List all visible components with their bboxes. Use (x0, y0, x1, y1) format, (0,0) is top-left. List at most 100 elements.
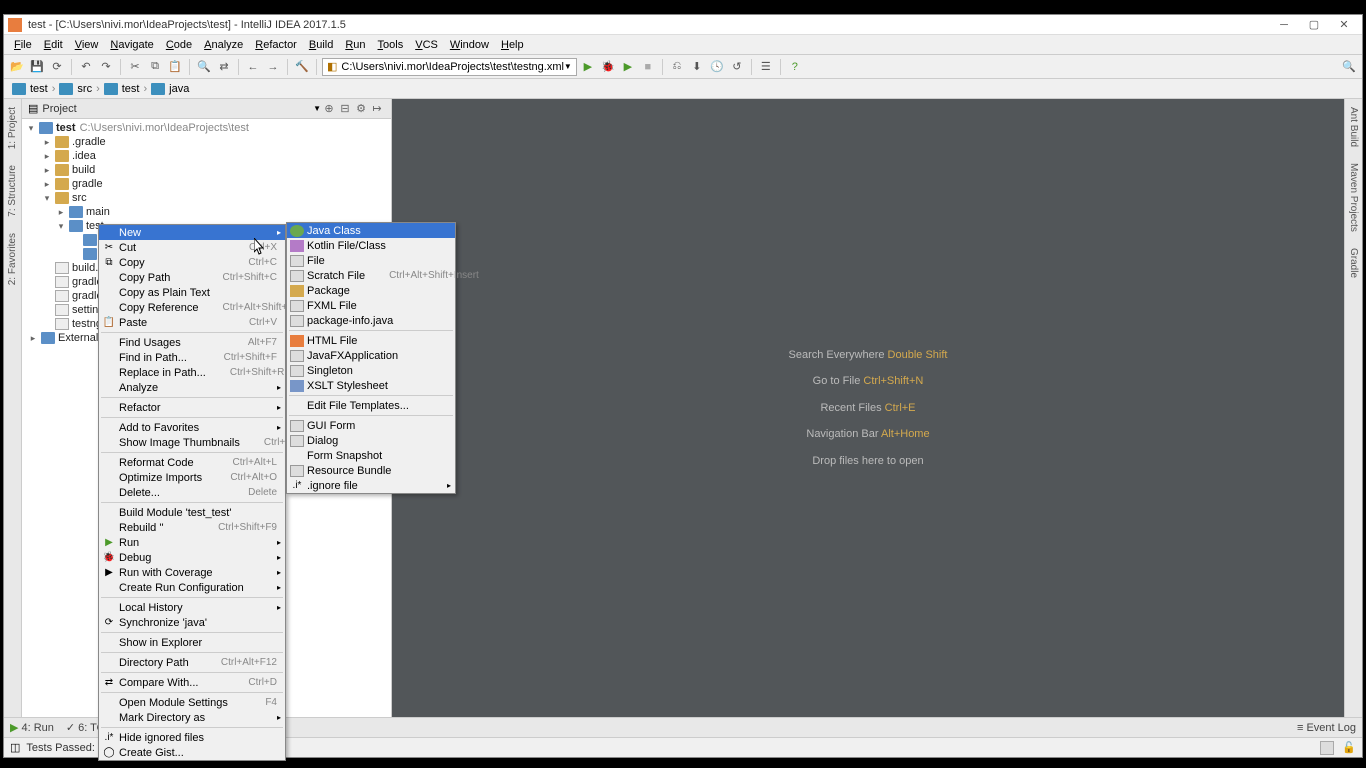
stop-button[interactable]: ■ (639, 58, 657, 76)
menu-item-rebuilddefault[interactable]: Rebuild ''Ctrl+Shift+F9 (99, 520, 285, 535)
menu-window[interactable]: Window (444, 37, 495, 53)
right-tab-antbuild[interactable]: Ant Build (1346, 99, 1361, 155)
replace-icon[interactable]: ⇄ (215, 58, 233, 76)
menu-item-htmlfile[interactable]: HTML File (287, 333, 455, 348)
maximize-button[interactable]: ▢ (1306, 17, 1322, 33)
menu-view[interactable]: View (69, 37, 105, 53)
coverage-button[interactable]: ▶ (619, 58, 637, 76)
menu-item-synchronizejava[interactable]: ⟳Synchronize 'java' (99, 615, 285, 630)
menu-item-delete[interactable]: Delete...Delete (99, 485, 285, 500)
menu-item-packageinfojava[interactable]: package-info.java (287, 313, 455, 328)
menu-item-directorypath[interactable]: Directory PathCtrl+Alt+F12 (99, 655, 285, 670)
menu-item-comparewith[interactable]: ⇄Compare With...Ctrl+D (99, 675, 285, 690)
menu-item-file[interactable]: File (287, 253, 455, 268)
sync-icon[interactable]: ⟳ (48, 58, 66, 76)
breadcrumb-test[interactable]: test (104, 83, 140, 95)
context-menu[interactable]: New▸✂CutCtrl+X⧉CopyCtrl+CCopy PathCtrl+S… (98, 224, 286, 761)
copy-icon[interactable]: ⧉ (146, 58, 164, 76)
lock-icon[interactable]: 🔓 (1342, 741, 1356, 754)
paste-icon[interactable]: 📋 (166, 58, 184, 76)
menu-item-copyreference[interactable]: Copy ReferenceCtrl+Alt+Shift+C (99, 300, 285, 315)
menu-item-markdirectoryas[interactable]: Mark Directory as▸ (99, 710, 285, 725)
menu-item-cut[interactable]: ✂CutCtrl+X (99, 240, 285, 255)
menu-run[interactable]: Run (339, 37, 371, 53)
menu-item-ignorefile[interactable]: .i*.ignore file▸ (287, 478, 455, 493)
open-icon[interactable]: 📂 (8, 58, 26, 76)
hide-icon[interactable]: ↦ (369, 101, 385, 117)
menu-item-localhistory[interactable]: Local History▸ (99, 600, 285, 615)
tree-root[interactable]: ▾testC:\Users\nivi.mor\IdeaProjects\test (22, 121, 391, 135)
menu-item-addtofavorites[interactable]: Add to Favorites▸ (99, 420, 285, 435)
history-icon[interactable]: 🕓 (708, 58, 726, 76)
menu-item-openmodulesettings[interactable]: Open Module SettingsF4 (99, 695, 285, 710)
menu-item-hideignoredfiles[interactable]: .i*Hide ignored files (99, 730, 285, 745)
menu-item-kotlinfileclass[interactable]: Kotlin File/Class (287, 238, 455, 253)
tree-item-idea[interactable]: ▸.idea (22, 149, 391, 163)
tree-item-main[interactable]: ▸main (22, 205, 391, 219)
tree-item-src[interactable]: ▾src (22, 191, 391, 205)
breadcrumb-src[interactable]: src (59, 83, 92, 95)
menu-item-package[interactable]: Package (287, 283, 455, 298)
tree-item-gradle[interactable]: ▸gradle (22, 177, 391, 191)
menu-item-resourcebundle[interactable]: Resource Bundle (287, 463, 455, 478)
collapse-icon[interactable]: ⊟ (337, 101, 353, 117)
run-tool-window[interactable]: ▶4: Run (10, 721, 54, 734)
menu-item-copypath[interactable]: Copy PathCtrl+Shift+C (99, 270, 285, 285)
menu-item-findinpath[interactable]: Find in Path...Ctrl+Shift+F (99, 350, 285, 365)
menu-item-run[interactable]: ▶Run▸ (99, 535, 285, 550)
structure-icon[interactable]: ☰ (757, 58, 775, 76)
menu-item-showinexplorer[interactable]: Show in Explorer (99, 635, 285, 650)
menu-item-creategist[interactable]: ◯Create Gist... (99, 745, 285, 760)
cut-icon[interactable]: ✂ (126, 58, 144, 76)
menu-analyze[interactable]: Analyze (198, 37, 249, 53)
menu-item-replaceinpath[interactable]: Replace in Path...Ctrl+Shift+R (99, 365, 285, 380)
debug-button[interactable]: 🐞 (599, 58, 617, 76)
breadcrumb-java[interactable]: java (151, 83, 189, 95)
menu-item-javaclass[interactable]: Java Class (287, 223, 455, 238)
menu-item-paste[interactable]: 📋PasteCtrl+V (99, 315, 285, 330)
undo-icon[interactable]: ↶ (77, 58, 95, 76)
menu-help[interactable]: Help (495, 37, 530, 53)
menu-item-new[interactable]: New▸ (99, 225, 285, 240)
revert-icon[interactable]: ↺ (728, 58, 746, 76)
vcs-icon[interactable]: ⎌ (668, 58, 686, 76)
right-tab-gradle[interactable]: Gradle (1346, 240, 1361, 286)
menu-item-optimizeimports[interactable]: Optimize ImportsCtrl+Alt+O (99, 470, 285, 485)
menu-item-reformatcode[interactable]: Reformat CodeCtrl+Alt+L (99, 455, 285, 470)
chevron-down-icon[interactable]: ▼ (313, 104, 321, 113)
run-button[interactable]: ▶ (579, 58, 597, 76)
left-tab-favorites[interactable]: 2: Favorites (5, 225, 20, 293)
menu-refactor[interactable]: Refactor (249, 37, 303, 53)
menu-item-showimagethumbnails[interactable]: Show Image ThumbnailsCtrl+Shift+T (99, 435, 285, 450)
autoscroll-icon[interactable]: ⊕ (321, 101, 337, 117)
left-tab-structure[interactable]: 7: Structure (5, 157, 20, 225)
minimize-button[interactable]: ─ (1276, 17, 1292, 33)
search-everywhere-icon[interactable]: 🔍 (1340, 58, 1358, 76)
run-config-combo[interactable]: ◧ C:\Users\nivi.mor\IdeaProjects\test\te… (322, 58, 577, 76)
breadcrumb-test[interactable]: test (12, 83, 48, 95)
menu-item-formsnapshot[interactable]: Form Snapshot (287, 448, 455, 463)
menu-item-runwithcoverage[interactable]: ▶Run with Coverage▸ (99, 565, 285, 580)
redo-icon[interactable]: ↷ (97, 58, 115, 76)
menu-item-scratchfile[interactable]: Scratch FileCtrl+Alt+Shift+Insert (287, 268, 455, 283)
menu-file[interactable]: File (8, 37, 38, 53)
menu-item-debug[interactable]: 🐞Debug▸ (99, 550, 285, 565)
menu-vcs[interactable]: VCS (409, 37, 444, 53)
menu-item-singleton[interactable]: Singleton (287, 363, 455, 378)
menu-item-createrunconfiguration[interactable]: Create Run Configuration▸ (99, 580, 285, 595)
back-icon[interactable]: ← (244, 58, 262, 76)
menu-code[interactable]: Code (160, 37, 198, 53)
tree-item-gradle[interactable]: ▸.gradle (22, 135, 391, 149)
editor-area[interactable]: Search Everywhere Double Shift Go to Fil… (392, 99, 1344, 717)
menu-item-javafxapplication[interactable]: JavaFXApplication (287, 348, 455, 363)
menu-item-fxmlfile[interactable]: FXML File (287, 298, 455, 313)
close-button[interactable]: ✕ (1336, 17, 1352, 33)
menu-item-copyasplaintext[interactable]: Copy as Plain Text (99, 285, 285, 300)
menu-item-findusages[interactable]: Find UsagesAlt+F7 (99, 335, 285, 350)
menu-item-dialog[interactable]: Dialog (287, 433, 455, 448)
update-icon[interactable]: ⬇ (688, 58, 706, 76)
gear-icon[interactable]: ⚙ (353, 101, 369, 117)
left-tab-project[interactable]: 1: Project (5, 99, 20, 157)
windows-icon[interactable]: ◫ (10, 741, 20, 754)
new-submenu[interactable]: Java ClassKotlin File/ClassFileScratch F… (286, 222, 456, 494)
